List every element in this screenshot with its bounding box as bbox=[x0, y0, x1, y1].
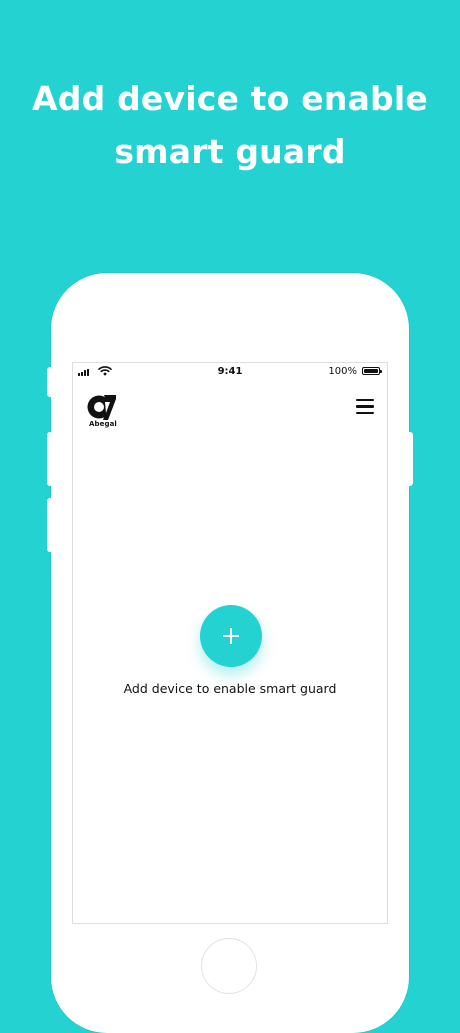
app-logo: Abegal bbox=[86, 393, 118, 429]
phone-side-button-volume-up bbox=[47, 432, 52, 486]
phone-home-button bbox=[201, 938, 257, 994]
logo-wordmark: Abegal bbox=[89, 420, 117, 428]
battery-icon bbox=[362, 367, 382, 375]
empty-state-message: Add device to enable smart guard bbox=[123, 681, 337, 696]
phone-side-button-volume-down bbox=[47, 498, 52, 552]
hamburger-menu-icon[interactable] bbox=[356, 399, 374, 414]
promo-headline: Add device to enable smart guard bbox=[32, 79, 428, 171]
add-device-button[interactable] bbox=[200, 605, 262, 667]
phone-side-button-mute bbox=[47, 367, 52, 397]
status-bar: 9:41 100% bbox=[73, 363, 387, 381]
phone-screen: 9:41 100% Abegal Add device to enable sm… bbox=[72, 362, 388, 924]
phone-side-button-power bbox=[408, 432, 413, 486]
abegal-logo-icon bbox=[87, 395, 116, 420]
battery-percent: 100% bbox=[328, 366, 357, 377]
